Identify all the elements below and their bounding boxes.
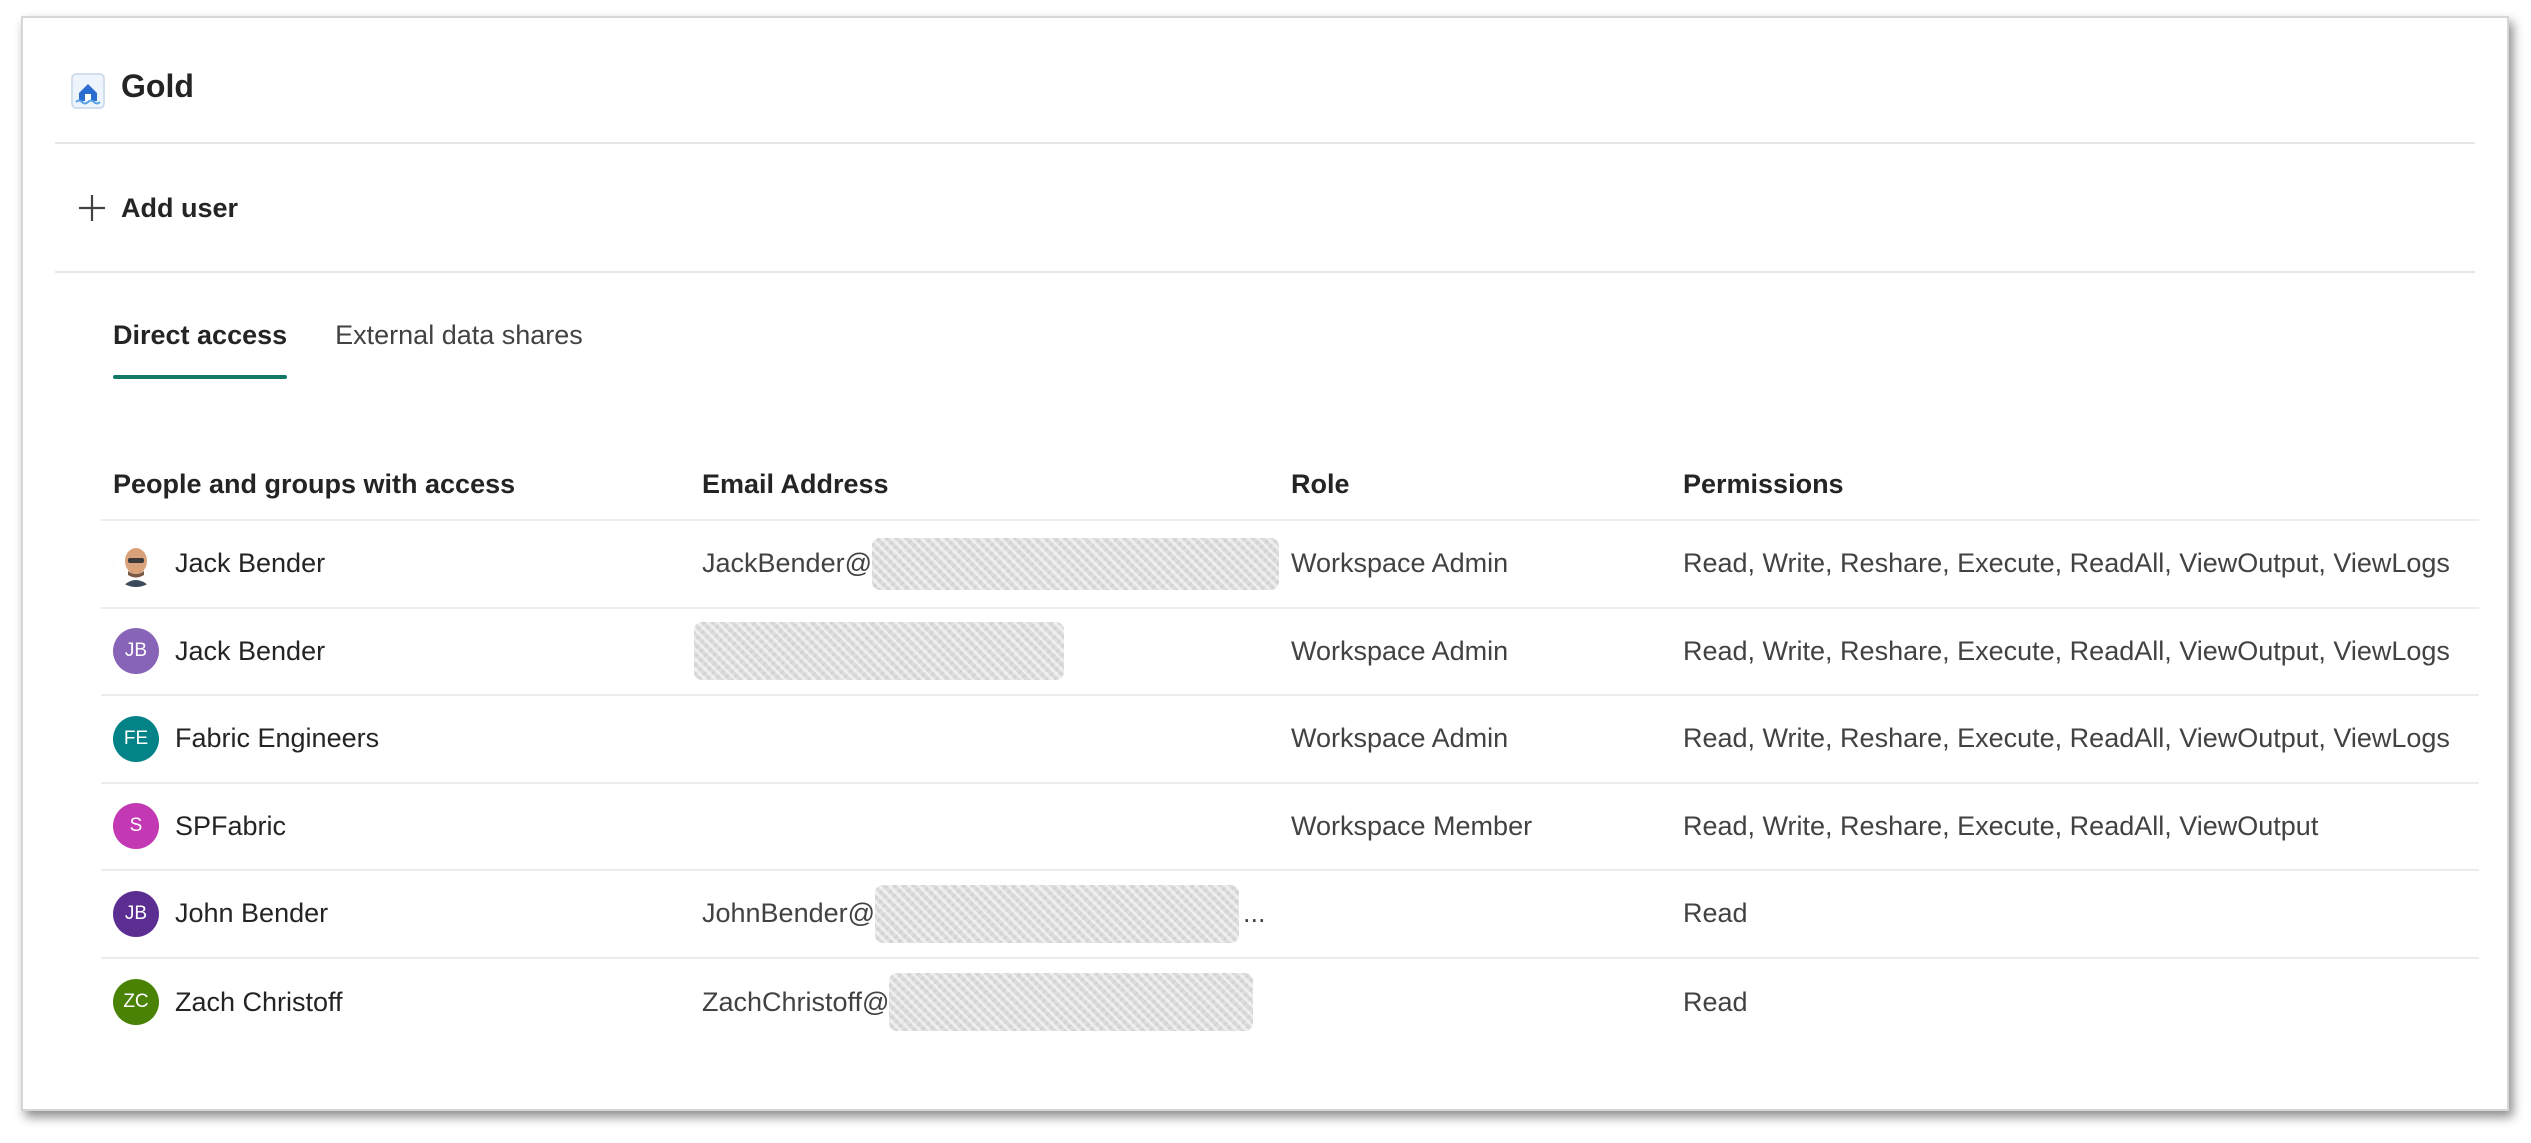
toolbar: Add user xyxy=(55,144,2475,273)
tab-direct-access[interactable]: Direct access xyxy=(113,318,288,382)
table-row[interactable]: S SPFabric Workspace Member Read, Write,… xyxy=(101,784,2479,871)
permissions-cell: Read, Write, Reshare, Execute, ReadAll, … xyxy=(1683,810,2319,841)
user-cell: JB John Bender xyxy=(101,890,690,937)
user-name: John Bender xyxy=(175,898,329,929)
role-cell: Workspace Admin xyxy=(1291,723,1509,754)
plus-icon xyxy=(79,195,105,221)
column-header-permissions[interactable]: Permissions xyxy=(1671,469,2479,500)
redacted-email xyxy=(889,973,1254,1032)
table-row[interactable]: JB Jack Bender Workspace Admin Read, Wri… xyxy=(101,609,2479,696)
avatar: FE xyxy=(113,715,159,762)
permissions-cell: Read, Write, Reshare, Execute, ReadAll, … xyxy=(1683,723,2450,754)
add-user-button[interactable]: Add user xyxy=(77,188,238,228)
email-cell xyxy=(690,622,1279,681)
page-title: Gold xyxy=(121,68,194,104)
avatar: S xyxy=(113,803,159,850)
email-cell: JohnBender@ ... xyxy=(690,884,1279,943)
email-text: JackBender@ xyxy=(702,548,872,579)
table-header: People and groups with access Email Addr… xyxy=(101,450,2479,521)
user-name: Jack Bender xyxy=(175,548,326,579)
redacted-email xyxy=(694,622,1064,681)
role-cell: Workspace Admin xyxy=(1291,548,1509,579)
role-cell: Workspace Admin xyxy=(1291,635,1509,666)
table-row[interactable]: JB John Bender JohnBender@ ... Read xyxy=(101,871,2479,959)
user-name: Jack Bender xyxy=(175,635,326,666)
avatar xyxy=(113,540,159,587)
access-table: People and groups with access Email Addr… xyxy=(101,450,2479,1046)
permissions-cell: Read xyxy=(1683,898,1748,929)
add-user-label: Add user xyxy=(121,192,239,223)
user-cell: Jack Bender xyxy=(101,540,690,587)
tab-list: Direct access External data shares xyxy=(113,318,583,382)
role-cell: Workspace Member xyxy=(1291,810,1533,841)
table-row[interactable]: ZC Zach Christoff ZachChristoff@ Read xyxy=(101,959,2479,1047)
table-row[interactable]: FE Fabric Engineers Workspace Admin Read… xyxy=(101,696,2479,784)
email-cell: JackBender@ xyxy=(690,537,1279,590)
lakehouse-icon xyxy=(71,73,105,109)
user-name: SPFabric xyxy=(175,810,287,841)
email-text: JohnBender@ xyxy=(702,898,876,929)
permissions-cell: Read, Write, Reshare, Execute, ReadAll, … xyxy=(1683,635,2450,666)
column-header-role[interactable]: Role xyxy=(1279,469,1671,500)
user-name: Fabric Engineers xyxy=(175,723,380,754)
user-name: Zach Christoff xyxy=(175,986,343,1017)
email-text: ZachChristoff@ xyxy=(702,986,890,1017)
tab-external-data-shares[interactable]: External data shares xyxy=(335,318,583,382)
email-cell: ZachChristoff@ xyxy=(690,973,1279,1032)
column-header-people[interactable]: People and groups with access xyxy=(101,469,690,500)
permissions-cell: Read, Write, Reshare, Execute, ReadAll, … xyxy=(1683,548,2450,579)
panel-header: Gold xyxy=(55,18,2475,144)
user-cell: S SPFabric xyxy=(101,803,690,850)
user-cell: ZC Zach Christoff xyxy=(101,979,690,1026)
table-row[interactable]: Jack Bender JackBender@ Workspace Admin … xyxy=(101,521,2479,609)
user-photo-icon xyxy=(113,540,159,587)
user-cell: FE Fabric Engineers xyxy=(101,715,690,762)
avatar: JB xyxy=(113,628,159,675)
permissions-cell: Read xyxy=(1683,986,1748,1017)
user-cell: JB Jack Bender xyxy=(101,628,690,675)
manage-permissions-panel: Gold Add user Direct access External dat… xyxy=(21,16,2509,1111)
column-header-email[interactable]: Email Address xyxy=(690,469,1279,500)
avatar: JB xyxy=(113,890,159,937)
redacted-email xyxy=(875,884,1240,943)
redacted-email xyxy=(872,537,1279,590)
truncation-ellipsis: ... xyxy=(1243,898,1266,929)
avatar: ZC xyxy=(113,979,159,1026)
